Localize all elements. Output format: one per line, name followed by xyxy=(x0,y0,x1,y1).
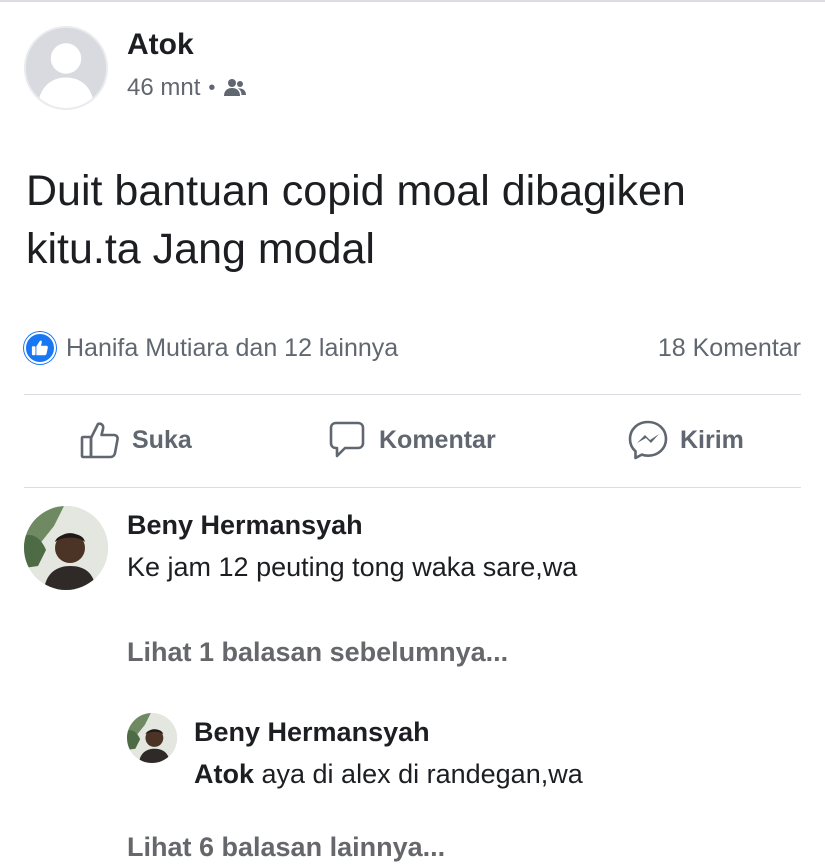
messenger-icon xyxy=(628,420,668,460)
comment-text: Ke jam 12 peuting tong waka sare,wa xyxy=(127,552,578,582)
reply-body: aya di alex di randegan,wa xyxy=(254,759,583,789)
action-bar: Suka Komentar Kirim xyxy=(24,410,801,470)
reply-mention[interactable]: Atok xyxy=(194,759,254,789)
comment-count[interactable]: 18 Komentar xyxy=(658,334,801,363)
commenter-name[interactable]: Beny Hermansyah xyxy=(127,510,363,541)
profile-photo-icon xyxy=(127,713,177,763)
send-label: Kirim xyxy=(680,425,744,454)
divider xyxy=(24,487,801,488)
profile-photo-icon xyxy=(24,506,108,590)
send-button[interactable]: Kirim xyxy=(626,410,744,470)
comment-label: Komentar xyxy=(379,425,496,454)
reactions-summary-text: Hanifa Mutiara dan 12 lainnya xyxy=(66,333,399,362)
like-label: Suka xyxy=(132,425,192,454)
commenter-avatar[interactable] xyxy=(24,506,108,590)
reactions-row: Hanifa Mutiara dan 12 lainnya 18 Komenta… xyxy=(24,330,801,366)
post-timestamp[interactable]: 46 mnt xyxy=(127,74,200,102)
like-icon xyxy=(24,332,56,364)
thumbs-up-icon xyxy=(80,422,119,459)
reply-text: Atok aya di alex di randegan,wa xyxy=(194,759,583,790)
post-author-name[interactable]: Atok xyxy=(127,28,194,62)
divider xyxy=(24,394,801,395)
post-meta: 46 mnt • xyxy=(127,74,247,102)
comment-button[interactable]: Komentar xyxy=(325,410,496,470)
top-border xyxy=(0,0,825,2)
comment-icon xyxy=(329,421,365,458)
author-avatar[interactable] xyxy=(24,26,108,110)
post-text-line: kitu.ta Jang modal xyxy=(26,225,375,273)
friends-icon xyxy=(223,76,247,100)
post-body: Duit bantuan copid moal dibagiken kitu.t… xyxy=(26,162,806,278)
like-button[interactable]: Suka xyxy=(78,410,192,470)
reactions-summary[interactable]: Hanifa Mutiara dan 12 lainnya xyxy=(24,332,398,364)
view-more-replies-link[interactable]: Lihat 6 balasan lainnya... xyxy=(127,832,445,863)
default-avatar-icon xyxy=(26,28,106,108)
view-previous-replies-link[interactable]: Lihat 1 balasan sebelumnya... xyxy=(127,637,508,668)
reply-avatar[interactable] xyxy=(127,713,177,763)
meta-separator: • xyxy=(208,76,216,99)
reply-author-name[interactable]: Beny Hermansyah xyxy=(194,717,430,748)
post-text-line: Duit bantuan copid moal dibagiken xyxy=(26,167,686,215)
